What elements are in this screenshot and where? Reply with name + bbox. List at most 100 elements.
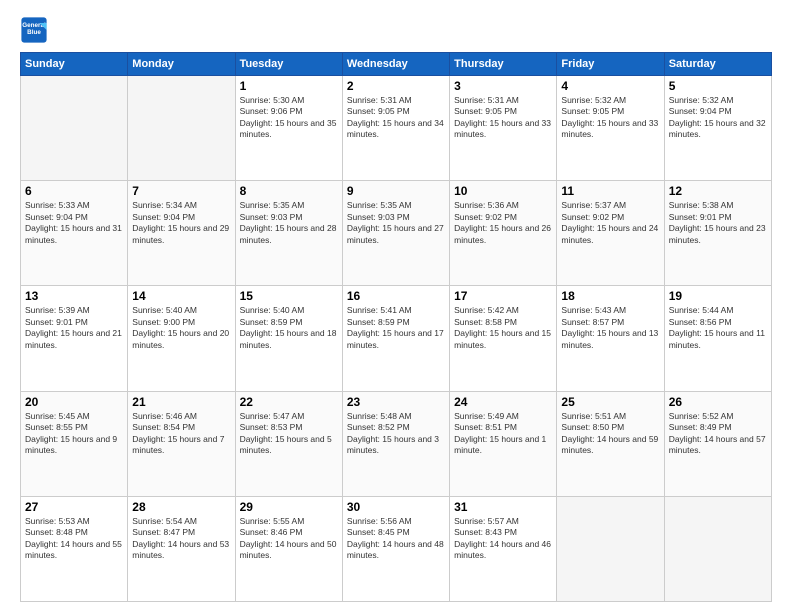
calendar-cell: 10 Sunrise: 5:36 AMSunset: 9:02 PMDayligh…	[450, 181, 557, 286]
calendar-cell: 9 Sunrise: 5:35 AMSunset: 9:03 PMDaylight…	[342, 181, 449, 286]
day-info: Sunrise: 5:56 AMSunset: 8:45 PMDaylight:…	[347, 516, 445, 562]
day-info: Sunrise: 5:37 AMSunset: 9:02 PMDaylight:…	[561, 200, 659, 246]
day-number: 28	[132, 500, 230, 514]
day-info: Sunrise: 5:40 AMSunset: 9:00 PMDaylight:…	[132, 305, 230, 351]
day-info: Sunrise: 5:53 AMSunset: 8:48 PMDaylight:…	[25, 516, 123, 562]
calendar-cell: 22 Sunrise: 5:47 AMSunset: 8:53 PMDayligh…	[235, 391, 342, 496]
day-number: 20	[25, 395, 123, 409]
day-info: Sunrise: 5:57 AMSunset: 8:43 PMDaylight:…	[454, 516, 552, 562]
calendar-cell: 2Sunrise: 5:31 AMSunset: 9:05 PMDaylight…	[342, 76, 449, 181]
calendar-cell: 24Sunrise: 5:49 AMSunset: 8:51 PMDayligh…	[450, 391, 557, 496]
day-number: 19	[669, 289, 767, 303]
day-number: 7	[132, 184, 230, 198]
day-number: 26	[669, 395, 767, 409]
day-info: Sunrise: 5:36 AMSunset: 9:02 PMDaylight:…	[454, 200, 552, 246]
calendar-cell: 21 Sunrise: 5:46 AMSunset: 8:54 PMDayligh…	[128, 391, 235, 496]
calendar-cell	[664, 496, 771, 601]
calendar-cell: 28 Sunrise: 5:54 AMSunset: 8:47 PMDayligh…	[128, 496, 235, 601]
day-number: 27	[25, 500, 123, 514]
day-info: Sunrise: 5:51 AMSunset: 8:50 PMDaylight:…	[561, 411, 659, 457]
weekday-header-tuesday: Tuesday	[235, 53, 342, 76]
weekday-header-monday: Monday	[128, 53, 235, 76]
day-number: 25	[561, 395, 659, 409]
calendar-cell: 16 Sunrise: 5:41 AMSunset: 8:59 PMDayligh…	[342, 286, 449, 391]
calendar-cell: 7 Sunrise: 5:34 AMSunset: 9:04 PMDaylight…	[128, 181, 235, 286]
logo-icon: General Blue	[20, 16, 48, 44]
day-number: 16	[347, 289, 445, 303]
day-info: Sunrise: 5:48 AMSunset: 8:52 PMDaylight:…	[347, 411, 445, 457]
day-number: 18	[561, 289, 659, 303]
calendar-table: SundayMondayTuesdayWednesdayThursdayFrid…	[20, 52, 772, 602]
day-number: 5	[669, 79, 767, 93]
calendar-cell	[21, 76, 128, 181]
calendar-cell: 12 Sunrise: 5:38 AMSunset: 9:01 PMDayligh…	[664, 181, 771, 286]
day-number: 4	[561, 79, 659, 93]
week-row-2: 6Sunrise: 5:33 AMSunset: 9:04 PMDaylight…	[21, 181, 772, 286]
calendar-cell: 19 Sunrise: 5:44 AMSunset: 8:56 PMDayligh…	[664, 286, 771, 391]
page: General Blue SundayMondayTuesdayWednesda…	[0, 0, 792, 612]
calendar-cell: 15 Sunrise: 5:40 AMSunset: 8:59 PMDayligh…	[235, 286, 342, 391]
day-number: 6	[25, 184, 123, 198]
weekday-header-row: SundayMondayTuesdayWednesdayThursdayFrid…	[21, 53, 772, 76]
day-number: 15	[240, 289, 338, 303]
calendar-cell: 23 Sunrise: 5:48 AMSunset: 8:52 PMDayligh…	[342, 391, 449, 496]
day-info: Sunrise: 5:35 AMSunset: 9:03 PMDaylight:…	[240, 200, 338, 246]
calendar-body: 1 Sunrise: 5:30 AMSunset: 9:06 PMDaylight…	[21, 76, 772, 602]
calendar-cell	[128, 76, 235, 181]
calendar-cell: 3Sunrise: 5:31 AMSunset: 9:05 PMDaylight…	[450, 76, 557, 181]
day-info: Sunrise: 5:49 AMSunset: 8:51 PMDaylight:…	[454, 411, 552, 457]
day-number: 22	[240, 395, 338, 409]
weekday-header-sunday: Sunday	[21, 53, 128, 76]
day-number: 10	[454, 184, 552, 198]
weekday-header-friday: Friday	[557, 53, 664, 76]
day-info: Sunrise: 5:31 AMSunset: 9:05 PMDaylight:…	[347, 95, 445, 141]
day-number: 8	[240, 184, 338, 198]
calendar-cell: 27 Sunrise: 5:53 AMSunset: 8:48 PMDayligh…	[21, 496, 128, 601]
calendar-cell: 17 Sunrise: 5:42 AMSunset: 8:58 PMDayligh…	[450, 286, 557, 391]
calendar-cell: 31 Sunrise: 5:57 AMSunset: 8:43 PMDayligh…	[450, 496, 557, 601]
logo-area: General Blue	[20, 16, 52, 44]
week-row-1: 1 Sunrise: 5:30 AMSunset: 9:06 PMDaylight…	[21, 76, 772, 181]
weekday-header-saturday: Saturday	[664, 53, 771, 76]
calendar-cell: 11 Sunrise: 5:37 AMSunset: 9:02 PMDayligh…	[557, 181, 664, 286]
day-number: 9	[347, 184, 445, 198]
day-info: Sunrise: 5:35 AMSunset: 9:03 PMDaylight:…	[347, 200, 445, 246]
day-info: Sunrise: 5:42 AMSunset: 8:58 PMDaylight:…	[454, 305, 552, 351]
calendar-cell: 14 Sunrise: 5:40 AMSunset: 9:00 PMDayligh…	[128, 286, 235, 391]
calendar-cell: 6Sunrise: 5:33 AMSunset: 9:04 PMDaylight…	[21, 181, 128, 286]
day-number: 21	[132, 395, 230, 409]
day-number: 14	[132, 289, 230, 303]
day-info: Sunrise: 5:39 AMSunset: 9:01 PMDaylight:…	[25, 305, 123, 351]
day-number: 3	[454, 79, 552, 93]
day-info: Sunrise: 5:55 AMSunset: 8:46 PMDaylight:…	[240, 516, 338, 562]
day-number: 29	[240, 500, 338, 514]
day-number: 31	[454, 500, 552, 514]
day-info: Sunrise: 5:54 AMSunset: 8:47 PMDaylight:…	[132, 516, 230, 562]
day-number: 23	[347, 395, 445, 409]
calendar-cell: 29 Sunrise: 5:55 AMSunset: 8:46 PMDayligh…	[235, 496, 342, 601]
day-number: 12	[669, 184, 767, 198]
svg-text:Blue: Blue	[27, 29, 41, 36]
day-info: Sunrise: 5:46 AMSunset: 8:54 PMDaylight:…	[132, 411, 230, 457]
day-number: 17	[454, 289, 552, 303]
day-info: Sunrise: 5:30 AMSunset: 9:06 PMDaylight:…	[240, 95, 338, 141]
day-number: 11	[561, 184, 659, 198]
day-info: Sunrise: 5:43 AMSunset: 8:57 PMDaylight:…	[561, 305, 659, 351]
day-info: Sunrise: 5:40 AMSunset: 8:59 PMDaylight:…	[240, 305, 338, 351]
day-info: Sunrise: 5:34 AMSunset: 9:04 PMDaylight:…	[132, 200, 230, 246]
calendar-cell: 1 Sunrise: 5:30 AMSunset: 9:06 PMDaylight…	[235, 76, 342, 181]
day-info: Sunrise: 5:41 AMSunset: 8:59 PMDaylight:…	[347, 305, 445, 351]
day-number: 13	[25, 289, 123, 303]
calendar-cell: 26Sunrise: 5:52 AMSunset: 8:49 PMDayligh…	[664, 391, 771, 496]
weekday-header-wednesday: Wednesday	[342, 53, 449, 76]
day-info: Sunrise: 5:44 AMSunset: 8:56 PMDaylight:…	[669, 305, 767, 351]
calendar-cell: 5Sunrise: 5:32 AMSunset: 9:04 PMDaylight…	[664, 76, 771, 181]
day-number: 1	[240, 79, 338, 93]
day-info: Sunrise: 5:47 AMSunset: 8:53 PMDaylight:…	[240, 411, 338, 457]
day-info: Sunrise: 5:38 AMSunset: 9:01 PMDaylight:…	[669, 200, 767, 246]
calendar-cell: 8 Sunrise: 5:35 AMSunset: 9:03 PMDaylight…	[235, 181, 342, 286]
weekday-header-thursday: Thursday	[450, 53, 557, 76]
calendar-cell: 20Sunrise: 5:45 AMSunset: 8:55 PMDayligh…	[21, 391, 128, 496]
calendar-cell	[557, 496, 664, 601]
calendar-cell: 18 Sunrise: 5:43 AMSunset: 8:57 PMDayligh…	[557, 286, 664, 391]
